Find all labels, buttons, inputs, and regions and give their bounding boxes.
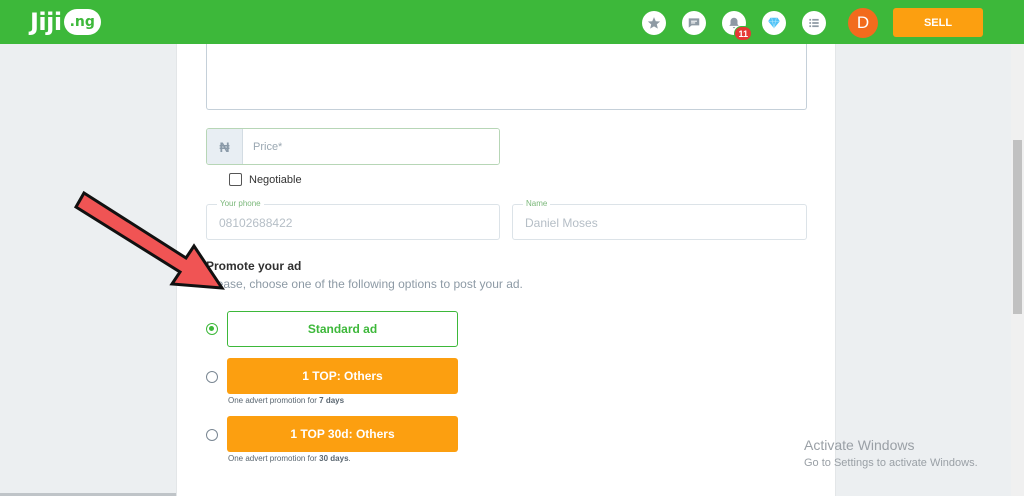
standard-ad-radio[interactable] [206, 323, 218, 335]
description-textarea[interactable] [206, 44, 807, 110]
top-others-note-days: 7 days [319, 396, 345, 405]
user-avatar[interactable]: D [848, 8, 878, 38]
chat-icon[interactable] [682, 11, 706, 35]
diamond-icon[interactable] [762, 11, 786, 35]
logo-suffix: .ng [63, 9, 101, 35]
top-30d-note-suffix: . [348, 454, 351, 463]
standard-ad-button[interactable]: Standard ad [227, 311, 458, 347]
naira-currency-label: ₦ [207, 129, 243, 164]
negotiable-label: Negotiable [249, 173, 302, 186]
top-others-note-text: One advert promotion for [228, 396, 317, 405]
name-field[interactable]: Name Daniel Moses [512, 199, 807, 240]
top-others-button[interactable]: 1 TOP: Others [227, 358, 458, 394]
top-others-note: One advert promotion for 7 days [228, 396, 344, 405]
top-30d-note-days: 30 days [319, 454, 349, 463]
post-ad-form: ₦ Negotiable Your phone 08102688422 Name… [176, 44, 836, 496]
bell-icon[interactable]: 11 [722, 11, 752, 41]
top-30d-others-note: One advert promotion for 30 days. [228, 454, 351, 463]
phone-field[interactable]: Your phone 08102688422 [206, 199, 500, 240]
page-scrollbar[interactable] [1011, 44, 1024, 496]
top-30d-note-text: One advert promotion for [228, 454, 317, 463]
price-input[interactable] [243, 129, 499, 164]
list-icon[interactable] [802, 11, 826, 35]
activate-windows-watermark: Activate Windows Go to Settings to activ… [804, 437, 978, 469]
price-field[interactable]: ₦ [206, 128, 500, 165]
star-icon[interactable] [642, 11, 666, 35]
top-30d-others-button[interactable]: 1 TOP 30d: Others [227, 416, 458, 452]
negotiable-option[interactable]: Negotiable [229, 173, 302, 186]
jiji-logo[interactable]: Jiji .ng [30, 7, 101, 37]
logo-text: Jiji [30, 8, 62, 36]
name-label: Name [523, 199, 551, 208]
activate-subtitle: Go to Settings to activate Windows. [804, 457, 978, 469]
scrollbar-thumb[interactable] [1013, 140, 1022, 314]
promote-subtitle: Please, choose one of the following opti… [206, 277, 523, 291]
top-others-radio[interactable] [206, 371, 218, 383]
top-30d-others-radio[interactable] [206, 429, 218, 441]
sell-button[interactable]: SELL [893, 8, 983, 37]
name-value: Daniel Moses [525, 216, 598, 230]
activate-title: Activate Windows [804, 437, 915, 453]
negotiable-checkbox[interactable] [229, 173, 242, 186]
notification-badge: 11 [734, 26, 752, 41]
red-arrow-annotation [73, 190, 225, 290]
phone-value: 08102688422 [219, 216, 293, 230]
top-header: Jiji .ng 11 D SELL [0, 0, 1024, 44]
